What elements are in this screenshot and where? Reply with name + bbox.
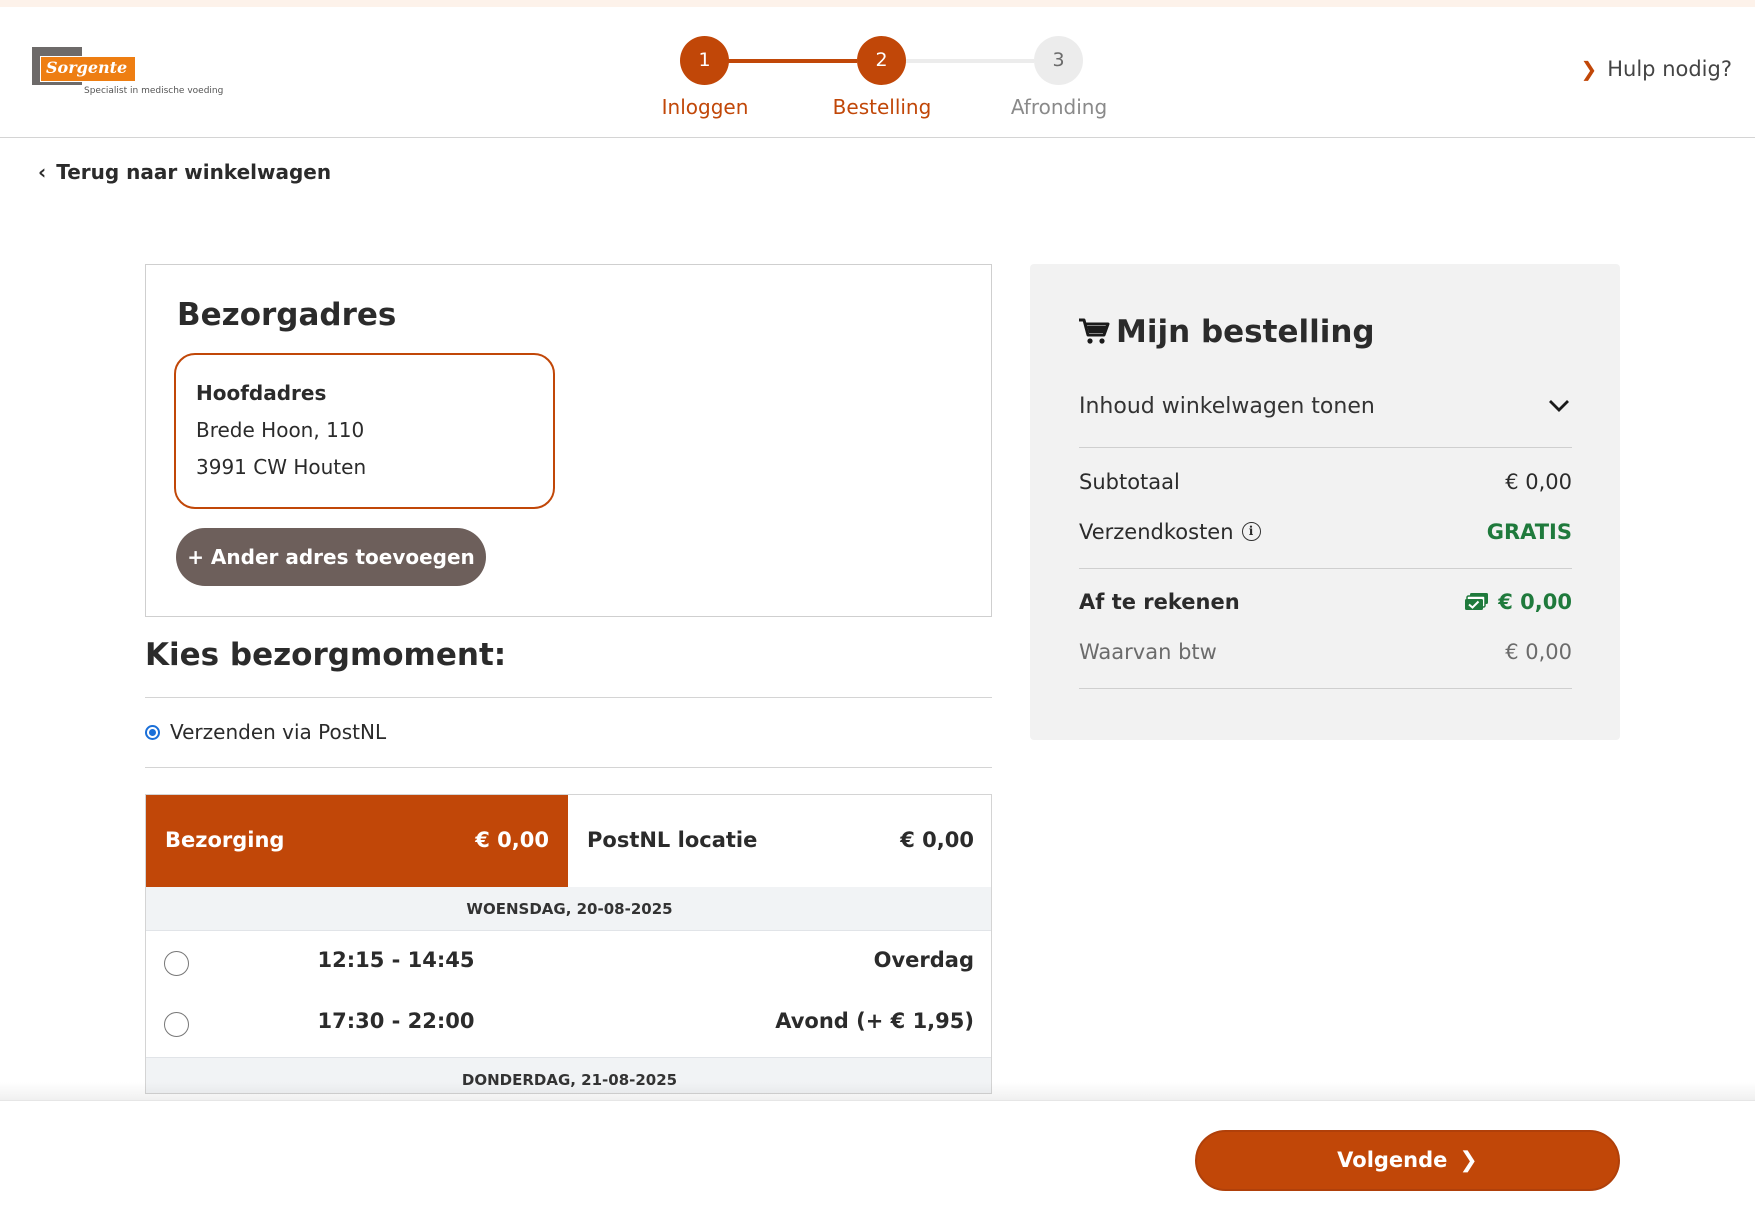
delivery-tabs: Bezorging € 0,00 PostNL locatie € 0,00 [146, 795, 991, 887]
add-address-button[interactable]: + Ander adres toevoegen [176, 528, 486, 586]
chevron-left-icon: ‹ [38, 160, 47, 184]
slot-time: 17:30 - 22:00 [317, 1009, 475, 1033]
money-icon [1465, 593, 1489, 610]
subtotal-value: € 0,00 [1505, 470, 1572, 494]
shipping-value: GRATIS [1486, 520, 1572, 544]
logo-brand: Sorgente [40, 56, 137, 82]
top-strip [0, 0, 1755, 7]
chevron-right-icon: ❯ [1459, 1148, 1478, 1173]
total-value: € 0,00 [1498, 590, 1572, 614]
tab-bezorging[interactable]: Bezorging € 0,00 [146, 795, 568, 887]
divider [1079, 447, 1572, 448]
postnl-shipping-label: Verzenden via PostNL [170, 720, 387, 744]
shipping-label: Verzendkosten [1079, 520, 1234, 544]
address-street: Brede Hoon, 110 [196, 418, 365, 442]
radio-selected-icon [145, 725, 160, 740]
header: Sorgente Specialist in medische voeding … [0, 7, 1755, 138]
chevron-down-icon[interactable] [1546, 392, 1572, 418]
step-2-label: Bestelling [832, 95, 932, 119]
vat-label: Waarvan btw [1079, 640, 1217, 664]
tab-postnl-locatie[interactable]: PostNL locatie € 0,00 [568, 795, 991, 887]
show-cart-toggle[interactable]: Inhoud winkelwagen tonen [1079, 394, 1375, 419]
radio-unselected-icon[interactable] [164, 1012, 189, 1037]
back-to-cart-link[interactable]: ‹ Terug naar winkelwagen [38, 160, 331, 184]
next-button[interactable]: Volgende ❯ [1195, 1130, 1620, 1191]
checkout-stepper: 1 2 3 Inloggen Bestelling Afronding [640, 35, 1120, 125]
chevron-right-icon: ❯ [1580, 57, 1598, 81]
divider [145, 697, 992, 698]
total-label: Af te rekenen [1079, 590, 1240, 614]
tab-bezorging-label: Bezorging [165, 828, 285, 852]
day-header: WOENSDAG, 20-08-2025 [146, 887, 991, 931]
divider [145, 767, 992, 768]
total-value-wrap: € 0,00 [1464, 590, 1572, 614]
back-to-cart-label: Terug naar winkelwagen [56, 160, 332, 184]
order-summary: Mijn bestelling Inhoud winkelwagen tonen… [1030, 264, 1620, 740]
postnl-shipping-option[interactable]: Verzenden via PostNL [145, 720, 386, 744]
help-link[interactable]: ❯ Hulp nodig? [1580, 57, 1732, 81]
tab-postnl-price: € 0,00 [900, 828, 974, 852]
sorgente-logo[interactable]: Sorgente Specialist in medische voeding [32, 47, 232, 107]
cart-icon [1079, 318, 1110, 344]
address-title: Bezorgadres [177, 297, 397, 333]
step-1-circle: 1 [680, 36, 729, 85]
delivery-slots: Bezorging € 0,00 PostNL locatie € 0,00 W… [145, 794, 992, 1094]
time-slot[interactable]: 17:30 - 22:00 Avond (+ € 1,95) [146, 993, 991, 1053]
address-name: Hoofdadres [196, 381, 327, 405]
slot-kind: Avond (+ € 1,95) [775, 1009, 974, 1033]
selected-address[interactable]: Hoofdadres Brede Hoon, 110 3991 CW Houte… [174, 353, 555, 509]
bottom-shadow [0, 1082, 1755, 1100]
radio-unselected-icon[interactable] [164, 951, 189, 976]
address-city: 3991 CW Houten [196, 455, 367, 479]
delivery-moment-title: Kies bezorgmoment: [145, 637, 507, 673]
summary-title: Mijn bestelling [1078, 314, 1375, 350]
tab-bezorging-price: € 0,00 [475, 828, 549, 852]
time-slot[interactable]: 12:15 - 14:45 Overdag [146, 932, 991, 992]
bottom-action-bar: Volgende ❯ [0, 1100, 1755, 1210]
subtotal-label: Subtotaal [1079, 470, 1180, 494]
step-3-circle: 3 [1034, 36, 1083, 85]
slot-kind: Overdag [873, 948, 974, 972]
divider [1079, 568, 1572, 569]
logo-tagline: Specialist in medische voeding [84, 86, 224, 96]
tab-postnl-label: PostNL locatie [587, 828, 758, 852]
delivery-address-card: Bezorgadres Hoofdadres Brede Hoon, 110 3… [145, 264, 992, 617]
help-label: Hulp nodig? [1607, 57, 1732, 81]
info-icon[interactable]: i [1241, 521, 1261, 541]
vat-value: € 0,00 [1505, 640, 1572, 664]
step-2-circle: 2 [857, 36, 906, 85]
shipping-label-wrap: Verzendkosten i [1079, 520, 1261, 544]
step-1-label: Inloggen [661, 95, 749, 119]
next-button-label: Volgende [1337, 1148, 1448, 1172]
slot-time: 12:15 - 14:45 [317, 948, 475, 972]
step-3-label: Afronding [1010, 95, 1108, 119]
divider [1079, 688, 1572, 689]
summary-title-text: Mijn bestelling [1116, 314, 1375, 350]
